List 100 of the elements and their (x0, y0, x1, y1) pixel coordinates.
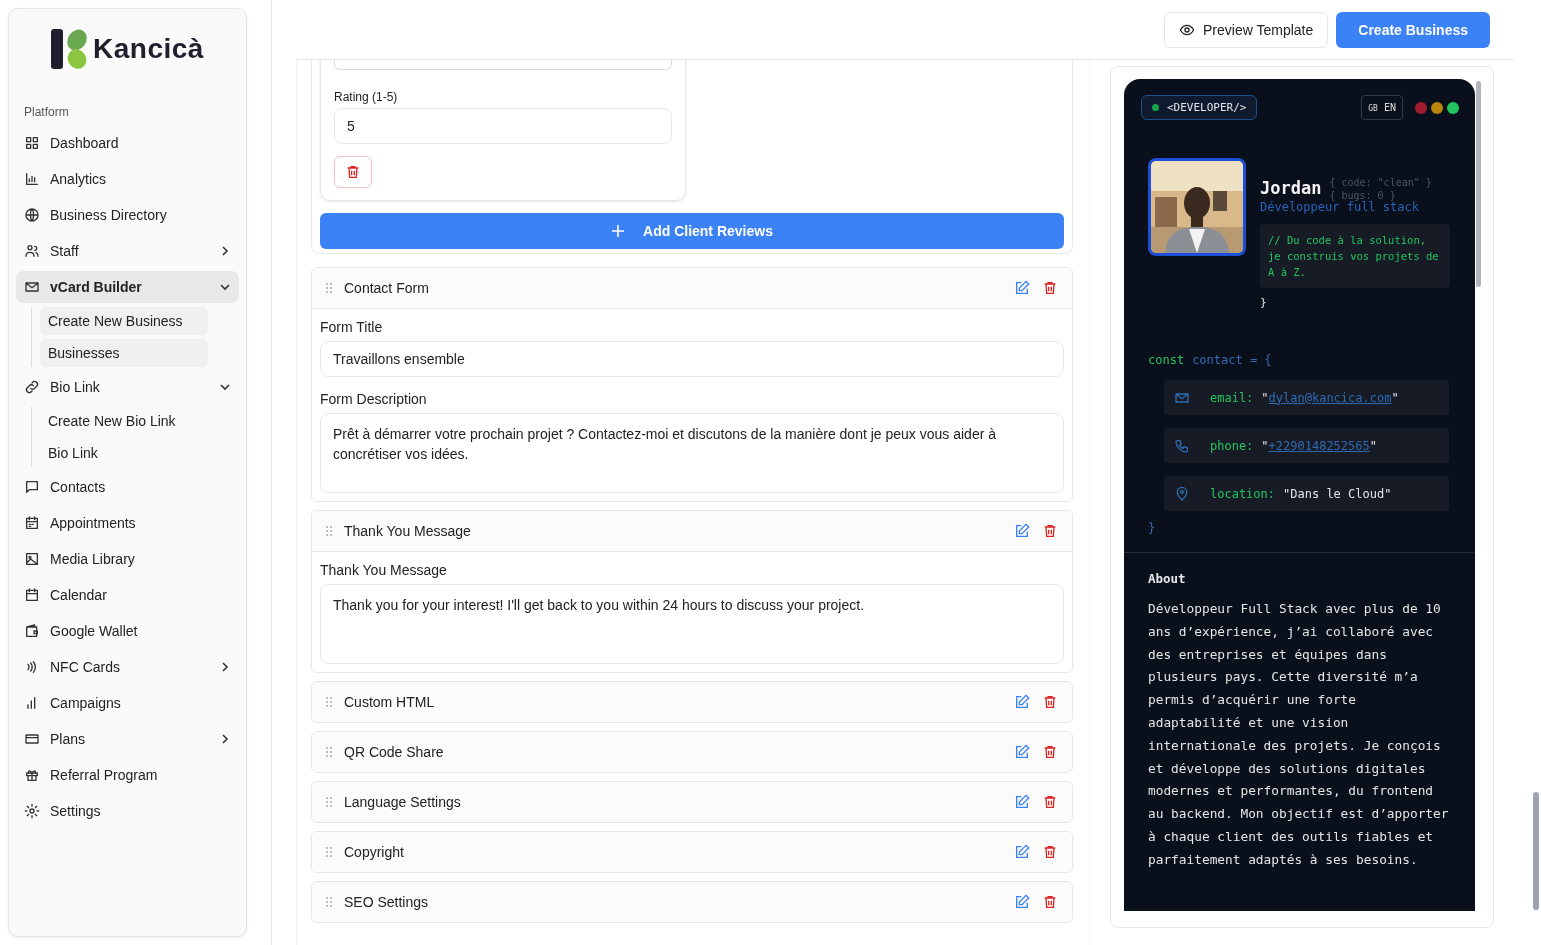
edit-icon[interactable] (1014, 894, 1030, 910)
contact-value[interactable]: "+2290148252565" (1261, 438, 1377, 453)
nav-item[interactable]: NFC Cards (16, 651, 239, 683)
nav-icon (24, 731, 40, 747)
profile-name: Jordan (1260, 178, 1322, 198)
chevron-right-icon (219, 733, 231, 745)
nav-item[interactable]: Contacts (16, 471, 239, 503)
section-title: Contact Form (344, 280, 430, 296)
phone-icon (1174, 437, 1190, 454)
edit-icon[interactable] (1014, 523, 1030, 539)
nav-subitem[interactable]: Create New Business (40, 307, 208, 335)
drag-handle-icon[interactable] (326, 747, 332, 757)
drag-handle-icon[interactable] (326, 897, 332, 907)
text-area[interactable]: Thank you for your interest! I'll get back to you within 24 hours to discuss your project. (320, 584, 1064, 664)
tagline: // Du code à la solution, je construis vos projets de A à Z. (1260, 224, 1450, 288)
delete-icon[interactable] (1042, 694, 1058, 710)
scrollbar[interactable] (1476, 81, 1481, 287)
code-brace: } (1148, 521, 1157, 535)
section-label: Platform (23, 105, 70, 121)
nav-item[interactable]: Bio Link (16, 371, 239, 403)
section-header[interactable]: Contact Form (312, 268, 1072, 309)
edit-icon[interactable] (1014, 744, 1030, 760)
nav-icon (24, 767, 40, 783)
add-reviews-button[interactable]: Add Client Reviews (320, 213, 1064, 249)
about-text: Développeur Full Stack avec plus de 10 ans d’expérience, j’ai collaboré avec des entreprises et équipes dans plusieurs pays. Cette diversité m’a permis d’acquérir une forte adaptabilité et une vision internationale des projets. Je conçois et développe des solutions digitales modernes et performantes, du frontend au backend. Mon objectif est d’apporter à chaque client des outils fiables et parfaitement adaptés à ses besoins. (1148, 600, 1450, 869)
nav-icon (24, 135, 40, 151)
drag-handle-icon[interactable] (326, 283, 332, 293)
contact-value[interactable]: "dylan@kancica.com" (1261, 390, 1399, 405)
field-label: Thank You Message (320, 562, 448, 578)
section-header[interactable]: SEO Settings (312, 882, 1072, 922)
edit-icon[interactable] (1014, 794, 1030, 810)
delete-icon[interactable] (1042, 794, 1058, 810)
text-field[interactable]: Travaillons ensemble (320, 341, 1064, 377)
nav-item[interactable]: Settings (16, 795, 239, 827)
location-pin-icon (1174, 485, 1190, 502)
delete-icon[interactable] (1042, 894, 1058, 910)
nav-icon (24, 171, 40, 187)
nav-subitem[interactable]: Bio Link (40, 439, 208, 467)
create-button[interactable]: Create Business (1336, 11, 1490, 48)
chevron-right-icon (219, 245, 231, 257)
logo-icon (51, 29, 90, 69)
section-header[interactable]: Custom HTML (312, 682, 1072, 722)
drag-handle-icon[interactable] (326, 797, 332, 807)
nav-item[interactable]: Dashboard (16, 127, 239, 159)
nav-item[interactable]: Staff (16, 235, 239, 267)
nav-item[interactable]: Campaigns (16, 687, 239, 719)
field-label: Form Title (320, 319, 384, 335)
edit-icon[interactable] (1014, 694, 1030, 710)
nav-subitem[interactable]: Create New Bio Link (40, 407, 208, 435)
delete-button[interactable] (334, 156, 372, 188)
logo-text: Kancicà (93, 33, 204, 65)
chevron-down-icon (219, 281, 231, 293)
delete-icon[interactable] (1042, 744, 1058, 760)
nav-subitem[interactable]: Businesses (40, 339, 208, 367)
text-area[interactable]: Prêt à démarrer votre prochain projet ? Contactez-moi et discutons de la manière dont je peux vous aider à concrétiser vos idées. (320, 413, 1064, 493)
field-label: Rating (1-5) (334, 90, 399, 104)
role-badge: <DEVELOPER/> (1141, 95, 1258, 120)
nav-item[interactable]: Appointments (16, 507, 239, 539)
rating-field[interactable]: 5 (334, 108, 672, 144)
section-title: Copyright (344, 844, 405, 860)
contact-key: email: (1210, 390, 1254, 405)
section-header[interactable]: Thank You Message (312, 511, 1072, 552)
nav-icon (24, 243, 40, 259)
nav-item[interactable]: Plans (16, 723, 239, 755)
section-header[interactable]: Language Settings (312, 782, 1072, 822)
section-title: QR Code Share (344, 744, 445, 760)
contact-key: phone: (1210, 438, 1254, 453)
trash-icon (345, 164, 361, 180)
section-title: Custom HTML (344, 694, 436, 710)
delete-icon[interactable] (1042, 844, 1058, 860)
nav-icon (24, 803, 40, 819)
edit-icon[interactable] (1014, 844, 1030, 860)
section-header[interactable]: Copyright (312, 832, 1072, 872)
nav-icon (24, 623, 40, 639)
code-comment: { bugs: 0 } (1329, 189, 1396, 202)
nav-item[interactable]: Analytics (16, 163, 239, 195)
preview-button[interactable]: Preview Template (1164, 11, 1329, 48)
nav-item[interactable]: Media Library (16, 543, 239, 575)
language-button[interactable]: GB EN (1361, 95, 1403, 120)
nav-icon (24, 479, 40, 495)
section-header[interactable]: QR Code Share (312, 732, 1072, 772)
about-title: About (1148, 571, 1187, 586)
scrollbar[interactable] (1533, 792, 1539, 910)
drag-handle-icon[interactable] (326, 697, 332, 707)
nav-item[interactable]: Referral Program (16, 759, 239, 791)
drag-handle-icon[interactable] (326, 526, 332, 536)
delete-icon[interactable] (1042, 280, 1058, 296)
drag-handle-icon[interactable] (326, 847, 332, 857)
nav-item[interactable]: Google Wallet (16, 615, 239, 647)
code-comment: { code: "clean" } (1329, 176, 1432, 189)
delete-icon[interactable] (1042, 523, 1058, 539)
plus-icon (611, 224, 626, 238)
edit-icon[interactable] (1014, 280, 1030, 296)
nav-icon (24, 207, 40, 223)
field-label: Form Description (320, 391, 428, 407)
contact-value: "Dans le Cloud" (1283, 486, 1392, 501)
nav-item[interactable]: Business Directory (16, 199, 239, 231)
nav-item[interactable]: vCard Builder (16, 271, 239, 303)
nav-item[interactable]: Calendar (16, 579, 239, 611)
section-title: Thank You Message (344, 523, 472, 539)
